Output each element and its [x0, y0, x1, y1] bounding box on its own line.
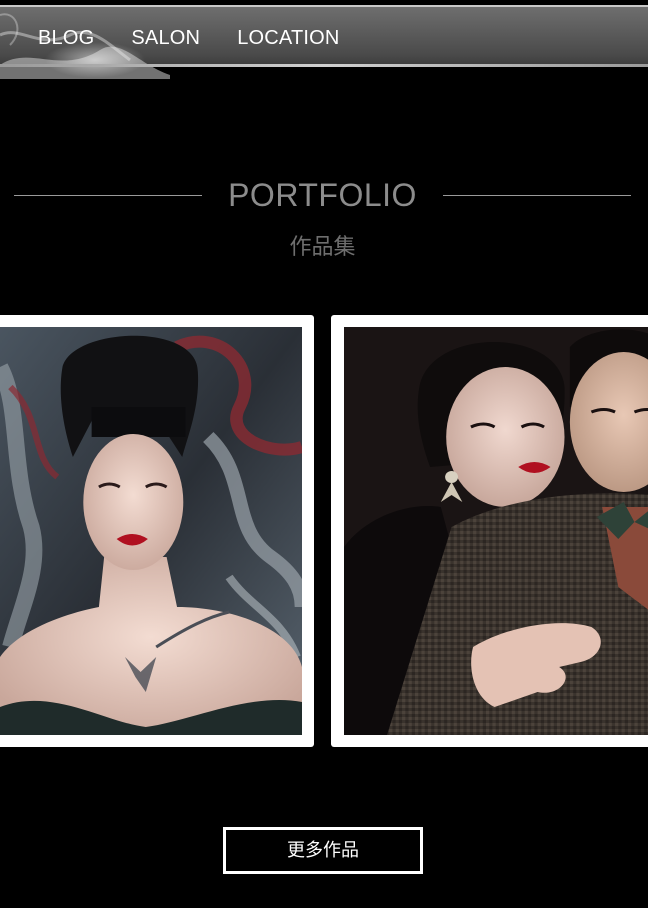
top-navigation: BLOG SALON LOCATION [0, 0, 648, 79]
gallery-card[interactable] [331, 315, 648, 747]
nav-link-location[interactable]: LOCATION [237, 24, 339, 52]
nav-bottom-line [0, 64, 648, 67]
portfolio-subtitle: 作品集 [289, 234, 356, 259]
more-works-button[interactable]: 更多作品 [223, 827, 423, 874]
couple-portrait-photo[interactable] [344, 327, 648, 735]
nav-link-salon[interactable]: SALON [131, 24, 200, 52]
portfolio-heading: PORTFOLIO 作品集 [0, 170, 648, 270]
nav-links: BLOG SALON LOCATION [38, 24, 377, 52]
nav-link-blog[interactable]: BLOG [38, 24, 94, 52]
portrait-photo[interactable] [0, 327, 302, 735]
portfolio-gallery [0, 315, 648, 749]
gallery-card[interactable] [0, 315, 314, 747]
page: BLOG SALON LOCATION PORTFOLIO 作品集 更多作品 [0, 0, 648, 908]
heading-rule-right [443, 195, 631, 196]
